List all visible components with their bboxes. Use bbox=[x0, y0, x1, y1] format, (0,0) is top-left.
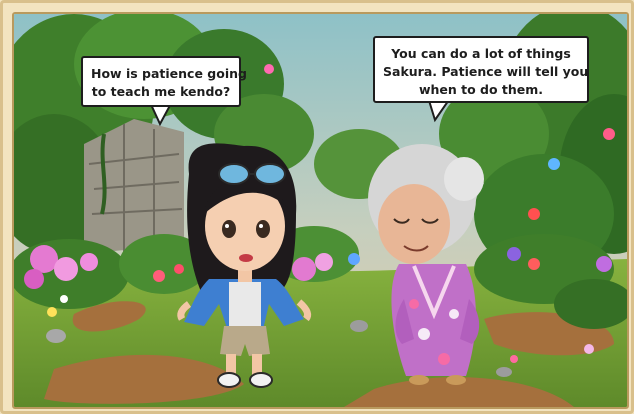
sakura-speech-bubble: How is patience going to teach me kendo? bbox=[81, 56, 247, 107]
grandmother-line-1: You can do a lot of things bbox=[391, 46, 571, 61]
game-frame: How is patience going to teach me kendo?… bbox=[0, 0, 634, 414]
grandmother-line-2: Sakura. Patience will tell you bbox=[383, 64, 589, 79]
stone-wall bbox=[84, 119, 184, 254]
sakura-line-2: to teach me kendo? bbox=[91, 84, 231, 99]
sakura-line-1: How is patience going bbox=[91, 66, 247, 81]
grandmother-line-3: when to do them. bbox=[418, 82, 544, 97]
grandmother-speech-bubble: You can do a lot of things Sakura. Patie… bbox=[373, 36, 589, 103]
